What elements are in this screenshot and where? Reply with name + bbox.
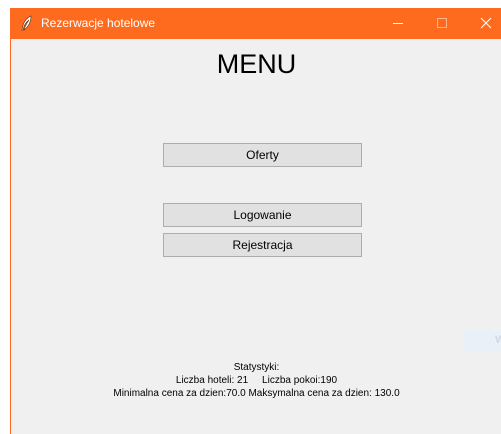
offers-button[interactable]: Oferty — [163, 143, 362, 167]
maximize-icon — [437, 18, 447, 28]
close-icon — [480, 17, 492, 29]
stats-header: Statystyki: — [233, 362, 280, 373]
app-window: Rezerwacje hotelowe MENU Oferty Logowani… — [10, 8, 501, 434]
maximize-button[interactable] — [420, 8, 464, 39]
login-button[interactable]: Logowanie — [163, 203, 362, 227]
faded-button[interactable]: W — [463, 330, 501, 352]
window-title: Rezerwacje hotelowe — [41, 16, 156, 30]
faded-button-label: W — [495, 334, 501, 346]
menu-heading: MENU — [216, 49, 297, 79]
stats-counts: Liczba hoteli: 21 Liczba pokoi:190 — [175, 375, 338, 386]
minimize-icon — [393, 23, 403, 24]
close-button[interactable] — [464, 8, 501, 39]
minimize-button[interactable] — [376, 8, 420, 39]
feather-icon — [20, 15, 34, 32]
stats-prices: Minimalna cena za dzien:70.0 Maksymalna … — [113, 388, 400, 399]
register-button[interactable]: Rejestracja — [163, 233, 362, 257]
title-bar[interactable]: Rezerwacje hotelowe — [11, 8, 501, 39]
